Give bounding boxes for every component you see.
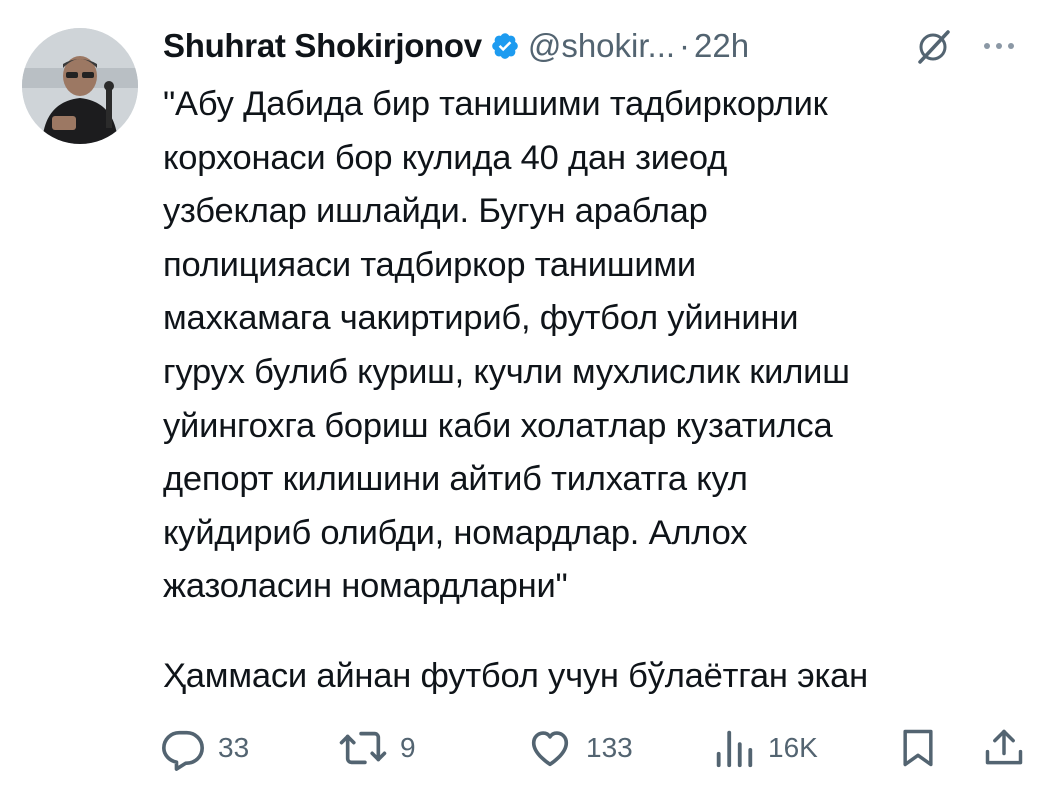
author-handle[interactable]: @shokir...: [528, 27, 675, 65]
tweet-text-second-paragraph: Ҳаммаси айнан футбол учун бўлаётган экан: [163, 657, 868, 695]
author-name[interactable]: Shuhrat Shokirjonov: [163, 27, 482, 65]
bookmark-icon: [903, 729, 933, 767]
repost-icon: [339, 731, 387, 765]
views-count: 16K: [768, 732, 818, 763]
reply-icon: [162, 730, 204, 771]
tweet-text-line: жазоласин номардларни": [163, 567, 568, 606]
avatar[interactable]: [22, 28, 138, 144]
views-icon: [716, 730, 753, 768]
like-count: 133: [586, 732, 633, 763]
timestamp[interactable]: 22h: [694, 27, 749, 65]
reply-count: 33: [218, 732, 250, 763]
tweet-text-line: депорт килишини айтиб тилхатга кул: [163, 460, 748, 499]
tweet-text-line: уйингохга бориш каби холатлар кузатилса: [163, 406, 833, 445]
more-dot: [984, 43, 990, 49]
share-button[interactable]: [982, 720, 1026, 776]
heart-icon: [531, 731, 569, 767]
more-icon[interactable]: [984, 38, 1024, 54]
tweet-text-line: "Абу Дабида бир танишими тадбиркорлик: [163, 85, 828, 123]
tweet-text-line: куйдириб олибди, номардлар. Аллох: [163, 513, 748, 552]
bookmark-button[interactable]: [896, 720, 940, 776]
tweet-text-line: корхонаси бор кулида 40 дан зиеод: [163, 138, 728, 177]
grok-icon[interactable]: [912, 26, 954, 68]
more-dot: [996, 43, 1002, 49]
more-dot: [1008, 43, 1014, 49]
tweet-header: Shuhrat Shokirjonov @shokir... · 22h: [163, 22, 749, 70]
tweet-text-line: гурух булиб куриш, кучли мухлислик килиш: [163, 352, 850, 391]
views-button[interactable]: 16K: [712, 720, 818, 776]
tweet-text-line: полицияаси тадбиркор танишими: [163, 245, 696, 284]
tweet-text-line: узбеклар ишлайди. Бугун араблар: [163, 192, 708, 231]
tweet-text-line: махкамага чакиртириб, футбол уйинини: [163, 299, 799, 338]
tweet-text: "Абу Дабида бир танишими тадбиркорлик ко…: [163, 78, 1023, 614]
reply-button[interactable]: 33: [160, 720, 249, 776]
separator: ·: [679, 27, 691, 64]
verified-badge-icon: [492, 33, 518, 59]
share-icon: [985, 729, 1023, 765]
repost-count: 9: [400, 732, 416, 763]
repost-button[interactable]: 9: [338, 720, 416, 776]
action-bar: 33 9 133 16K: [160, 720, 1030, 776]
like-button[interactable]: 133: [526, 720, 633, 776]
avatar-image: [22, 28, 138, 144]
